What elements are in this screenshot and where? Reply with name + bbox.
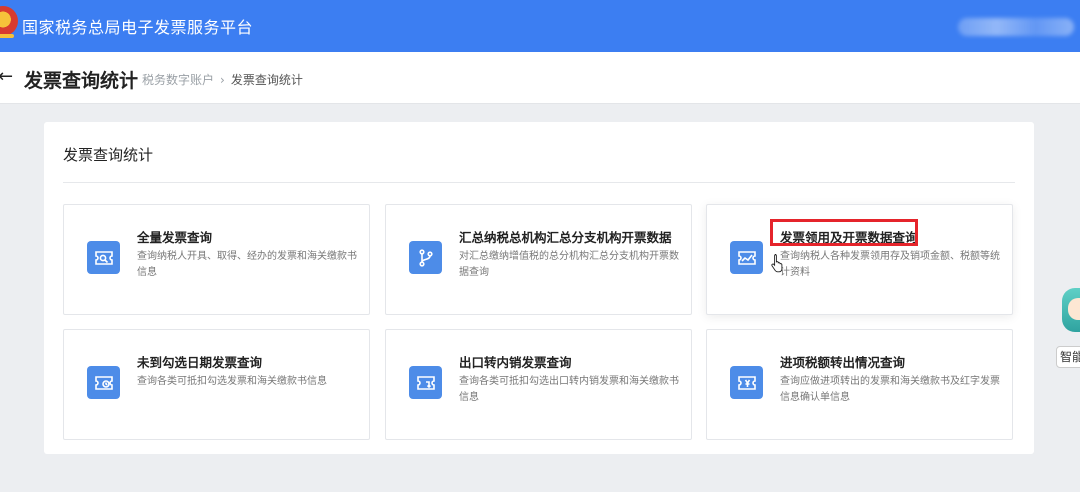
assistant-face [1068, 298, 1080, 320]
card-description: 查询纳税人开具、取得、经办的发票和海关缴款书信息 [137, 251, 357, 278]
card-description: 查询各类可抵扣勾选发票和海关缴款书信息 [137, 376, 327, 387]
invoice-search-icon [87, 241, 120, 274]
red-highlight-box [770, 219, 918, 246]
branch-icon [409, 241, 442, 274]
top-navigation-bar: 国家税务总局电子发票服务平台 [0, 0, 1080, 52]
user-info-blurred[interactable] [958, 18, 1074, 36]
card-title: 全量发票查询 [137, 230, 213, 245]
card-title: 未到勾选日期发票查询 [137, 355, 263, 370]
breadcrumb-item-current: 发票查询统计 [230, 73, 303, 87]
main-panel: 发票查询统计 全量发票查询 查询纳税人开具、取得、经办的发票和海关缴款书信息 汇… [44, 122, 1034, 454]
trend-chart-icon [730, 241, 763, 274]
section-divider [63, 182, 1015, 183]
card-description: 查询纳税人各种发票领用存及销项金额、税额等统计资料 [780, 251, 1000, 278]
assistant-avatar-icon[interactable] [1056, 288, 1080, 340]
breadcrumb-separator: › [220, 72, 225, 87]
clock-ticket-icon [87, 366, 120, 399]
card-description: 查询各类可抵扣勾选出口转内销发票和海关缴款书信息 [459, 376, 679, 403]
card-title: 进项税额转出情况查询 [780, 355, 906, 370]
yuan-ticket-icon [730, 366, 763, 399]
section-title: 发票查询统计 [63, 146, 154, 164]
card-full-invoice-query[interactable]: 全量发票查询 查询纳税人开具、取得、经办的发票和海关缴款书信息 [63, 204, 370, 315]
breadcrumb: 税务数字账户 › 发票查询统计 [142, 71, 303, 88]
transfer-ticket-icon [409, 366, 442, 399]
assistant-label[interactable]: 智能 [1056, 346, 1080, 368]
card-title: 汇总纳税总机构汇总分支机构开票数据 [459, 230, 672, 245]
page-title: 发票查询统计 [24, 70, 139, 92]
card-input-tax-transfer-query[interactable]: 进项税额转出情况查询 查询应做进项转出的发票和海关缴款书及红字发票信息确认单信息 [706, 329, 1013, 440]
tax-emblem-icon [0, 6, 18, 36]
card-pending-check-date-query[interactable]: 未到勾选日期发票查询 查询各类可抵扣勾选发票和海关缴款书信息 [63, 329, 370, 440]
page-header: ← 发票查询统计 税务数字账户 › 发票查询统计 [0, 52, 1080, 104]
back-arrow-icon[interactable]: ← [0, 66, 16, 88]
card-title: 出口转内销发票查询 [459, 355, 572, 370]
card-description: 查询应做进项转出的发票和海关缴款书及红字发票信息确认单信息 [780, 376, 1000, 403]
emblem-ribbon [0, 34, 14, 38]
breadcrumb-item-tax-account[interactable]: 税务数字账户 [142, 71, 214, 88]
card-export-to-domestic-query[interactable]: 出口转内销发票查询 查询各类可抵扣勾选出口转内销发票和海关缴款书信息 [385, 329, 692, 440]
app-title: 国家税务总局电子发票服务平台 [22, 18, 254, 37]
card-invoice-usage-query[interactable]: 发票领用及开票数据查询 查询纳税人各种发票领用存及销项金额、税额等统计资料 [706, 204, 1013, 315]
card-consolidated-branch-data[interactable]: 汇总纳税总机构汇总分支机构开票数据 对汇总缴纳增值税的总分机构汇总分支机构开票数… [385, 204, 692, 315]
hand-cursor-icon [771, 254, 783, 273]
card-description: 对汇总缴纳增值税的总分机构汇总分支机构开票数据查询 [459, 251, 679, 278]
